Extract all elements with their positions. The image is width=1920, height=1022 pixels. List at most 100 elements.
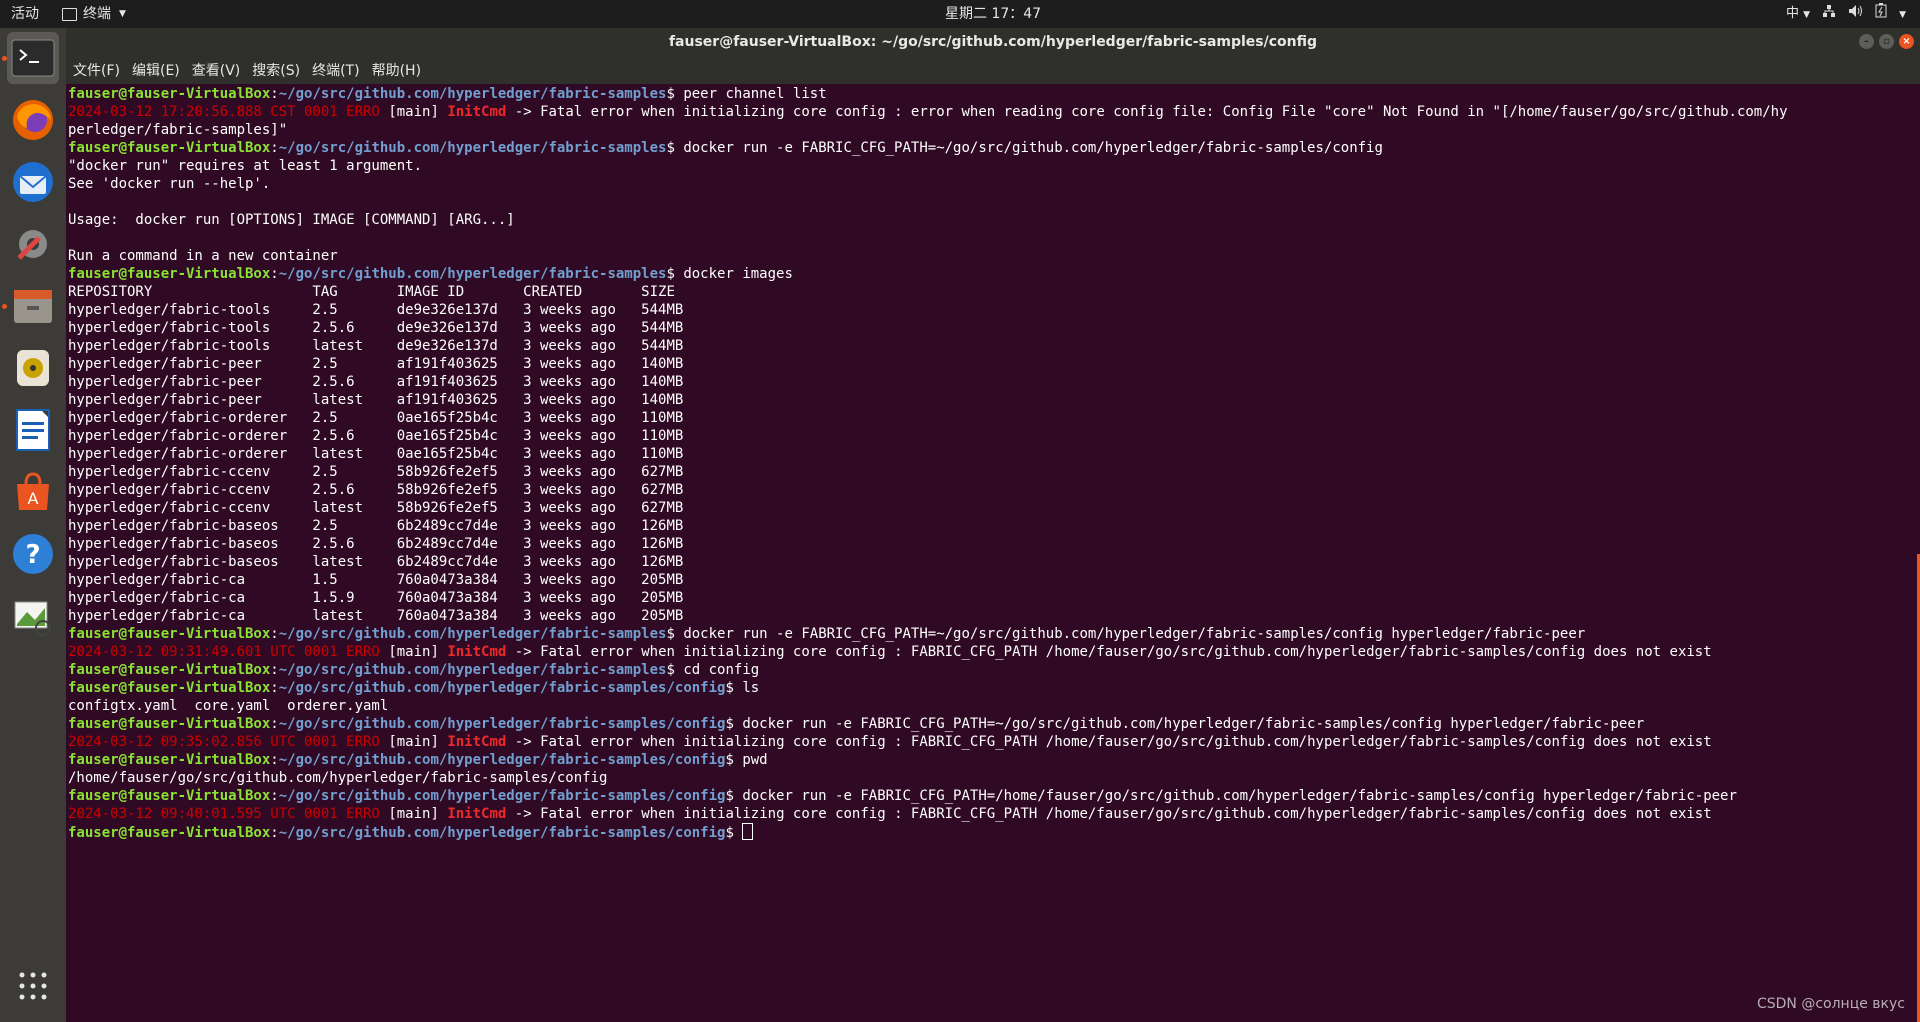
activities-button[interactable]: 活动 — [11, 0, 39, 28]
prompt-path: ~/go/src/github.com/hyperledger/fabric-s… — [278, 716, 726, 732]
rhythmbox-icon — [17, 350, 49, 386]
error-message: -> Fatal error when initializing core co… — [514, 644, 1712, 660]
clock[interactable]: 星期二 17：47 — [945, 0, 1041, 28]
app-menu[interactable]: 终端 ▼ — [62, 0, 126, 28]
dock-software[interactable]: A — [7, 466, 59, 518]
dock-files[interactable] — [7, 280, 59, 332]
command-text: peer channel list — [683, 86, 827, 102]
output-line: hyperledger/fabric-baseos 2.5 6b2489cc7d… — [68, 518, 684, 534]
system-tray[interactable]: 中 ▼ ▼ — [1786, 0, 1906, 29]
prompt-path: ~/go/src/github.com/hyperledger/fabric-s… — [278, 662, 667, 678]
prompt-line: fauser@fauser-VirtualBox:~/go/src/github… — [68, 140, 1383, 156]
window-titlebar[interactable]: fauser@fauser-VirtualBox: ~/go/src/githu… — [66, 28, 1920, 56]
terminal-cursor[interactable] — [742, 823, 754, 840]
prompt-line: fauser@fauser-VirtualBox:~/go/src/github… — [68, 626, 1586, 642]
error-module: [main] — [388, 644, 439, 660]
prompt-line: fauser@fauser-VirtualBox:~/go/src/github… — [68, 680, 760, 696]
error-module: [main] — [388, 806, 439, 822]
prompt-line: fauser@fauser-VirtualBox:~/go/src/github… — [68, 752, 768, 768]
input-method-indicator[interactable]: 中 ▼ — [1786, 0, 1810, 29]
dock-firefox[interactable] — [7, 94, 59, 146]
prompt-user: fauser@fauser-VirtualBox — [68, 86, 271, 102]
prompt-user: fauser@fauser-VirtualBox — [68, 626, 271, 642]
prompt-path: ~/go/src/github.com/hyperledger/fabric-s… — [278, 752, 726, 768]
command-text: ls — [742, 680, 760, 696]
prompt-line: fauser@fauser-VirtualBox:~/go/src/github… — [68, 86, 827, 102]
svg-text:A: A — [28, 489, 39, 508]
command-text: docker run -e FABRIC_CFG_PATH=~/go/src/g… — [742, 716, 1645, 732]
output-line: hyperledger/fabric-tools latest de9e326e… — [68, 338, 684, 354]
firefox-icon — [13, 100, 53, 140]
window-title: fauser@fauser-VirtualBox: ~/go/src/githu… — [668, 34, 1318, 50]
error-timestamp: 2024-03-12 09:31:49.601 UTC 0001 ERRO — [68, 644, 380, 660]
error-tag: InitCmd — [447, 104, 507, 120]
prompt-path: ~/go/src/github.com/hyperledger/fabric-s… — [278, 266, 667, 282]
output-line: configtx.yaml core.yaml orderer.yaml — [68, 698, 389, 714]
dock-terminal[interactable] — [7, 32, 59, 84]
dock-help[interactable]: ? — [7, 528, 59, 580]
output-line: hyperledger/fabric-ca 1.5.9 760a0473a384… — [68, 590, 684, 606]
prompt-path: ~/go/src/github.com/hyperledger/fabric-s… — [278, 140, 667, 156]
volume-icon[interactable] — [1848, 1, 1863, 29]
dock-thunderbird[interactable] — [7, 156, 59, 208]
error-message: -> Fatal error when initializing core co… — [514, 734, 1712, 750]
running-indicator — [2, 56, 7, 61]
network-icon[interactable] — [1822, 1, 1836, 29]
output-line: hyperledger/fabric-ca 1.5 760a0473a384 3… — [68, 572, 684, 588]
output-line: hyperledger/fabric-baseos latest 6b2489c… — [68, 554, 684, 570]
menu-bar: 文件(F) 编辑(E) 查看(V) 搜索(S) 终端(T) 帮助(H) — [66, 56, 1920, 84]
minimize-button[interactable]: – — [1859, 34, 1874, 49]
prompt-line: fauser@fauser-VirtualBox:~/go/src/github… — [68, 823, 1788, 841]
show-applications-button[interactable] — [7, 960, 59, 1012]
maximize-button[interactable]: ▫ — [1879, 34, 1894, 49]
error-line: 2024-03-12 09:40:01.595 UTC 0001 ERRO [m… — [68, 805, 1788, 823]
dock: A ? — [0, 28, 66, 1022]
dock-rhythmbox[interactable] — [7, 342, 59, 394]
chevron-down-icon: ▼ — [119, 9, 126, 19]
menu-item[interactable]: 搜索(S) — [252, 60, 300, 80]
prompt-user: fauser@fauser-VirtualBox — [68, 266, 271, 282]
menu-item[interactable]: 查看(V) — [192, 60, 241, 80]
prompt-path: ~/go/src/github.com/hyperledger/fabric-s… — [278, 626, 667, 642]
help-icon: ? — [13, 534, 53, 574]
output-line: /home/fauser/go/src/github.com/hyperledg… — [68, 770, 608, 786]
output-line: See 'docker run --help'. — [68, 176, 271, 192]
terminal-icon — [11, 39, 55, 77]
battery-icon[interactable] — [1875, 1, 1887, 29]
prompt-line: fauser@fauser-VirtualBox:~/go/src/github… — [68, 716, 1645, 732]
prompt-path: ~/go/src/github.com/hyperledger/fabric-s… — [278, 825, 726, 841]
prompt-path: ~/go/src/github.com/hyperledger/fabric-s… — [278, 86, 667, 102]
output-line: hyperledger/fabric-peer 2.5 af191f403625… — [68, 356, 684, 372]
prompt-user: fauser@fauser-VirtualBox — [68, 662, 271, 678]
error-module: [main] — [388, 734, 439, 750]
prompt-user: fauser@fauser-VirtualBox — [68, 788, 271, 804]
top-bar: 活动 终端 ▼ 星期二 17：47 中 ▼ ▼ — [0, 0, 1920, 28]
command-text: pwd — [742, 752, 768, 768]
output-line: hyperledger/fabric-ccenv 2.5 58b926fe2ef… — [68, 464, 684, 480]
menu-item[interactable]: 文件(F) — [73, 60, 120, 80]
menu-item[interactable]: 终端(T) — [312, 60, 359, 80]
output-line: hyperledger/fabric-ca latest 760a0473a38… — [68, 608, 684, 624]
output-line: hyperledger/fabric-ccenv 2.5.6 58b926fe2… — [68, 482, 684, 498]
error-timestamp: 2024-03-12 17:20:56.888 CST 0001 ERRO — [68, 104, 380, 120]
menu-item[interactable]: 编辑(E) — [132, 60, 180, 80]
error-message: -> Fatal error when initializing core co… — [514, 104, 1788, 120]
output-line: hyperledger/fabric-ccenv latest 58b926fe… — [68, 500, 684, 516]
terminal-view[interactable]: fauser@fauser-VirtualBox:~/go/src/github… — [66, 84, 1920, 1022]
system-menu-chevron-icon[interactable]: ▼ — [1899, 1, 1906, 29]
command-text: docker images — [683, 266, 793, 282]
menu-item[interactable]: 帮助(H) — [372, 60, 421, 80]
prompt-user: fauser@fauser-VirtualBox — [68, 680, 271, 696]
close-button[interactable]: × — [1899, 34, 1914, 49]
dock-settings[interactable] — [7, 218, 59, 270]
output-line: REPOSITORY TAG IMAGE ID CREATED SIZE — [68, 284, 675, 300]
dock-writer[interactable] — [7, 404, 59, 456]
error-timestamp: 2024-03-12 09:35:02.856 UTC 0001 ERRO — [68, 734, 380, 750]
error-module: [main] — [388, 104, 439, 120]
output-line: hyperledger/fabric-peer latest af191f403… — [68, 392, 684, 408]
dock-image-viewer[interactable] — [7, 590, 59, 642]
output-line: perledger/fabric-samples]" — [68, 122, 288, 138]
output-line: "docker run" requires at least 1 argumen… — [68, 158, 423, 174]
